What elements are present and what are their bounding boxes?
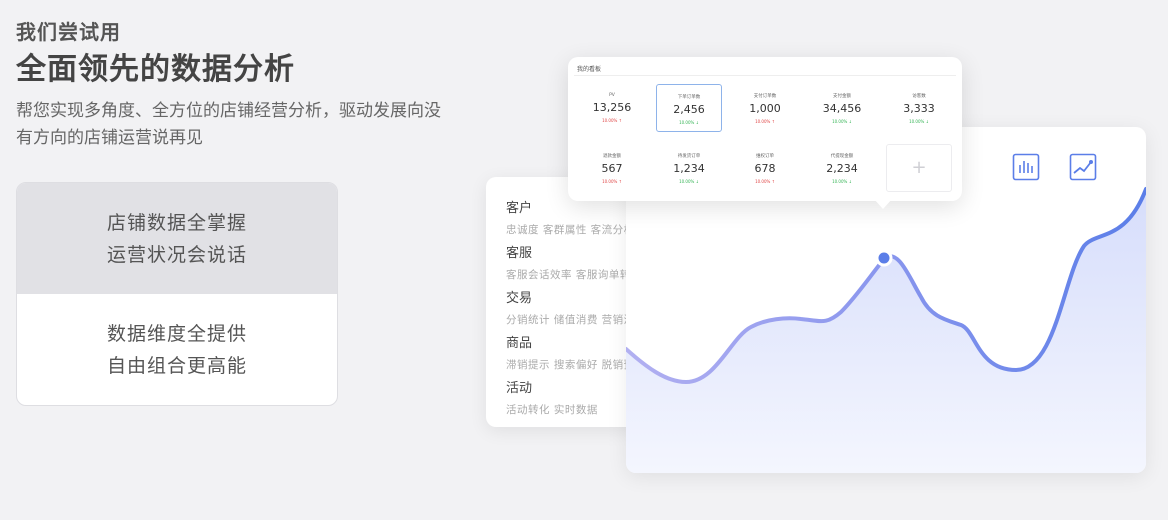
metric-value: 34,456 bbox=[822, 102, 862, 115]
metric-value: 3,333 bbox=[903, 102, 935, 115]
metric-value: 1,234 bbox=[673, 162, 705, 175]
metrics-title: 我的看板 bbox=[577, 66, 602, 73]
category-title: 活动 bbox=[506, 381, 533, 396]
metric-tile[interactable]: 访客数 3,333 10.00% ↓ bbox=[886, 84, 952, 132]
metric-change: 10.00% ↓ bbox=[832, 179, 852, 184]
category-tags: 分销统计 储值消费 营销活动 bbox=[506, 314, 646, 326]
metric-change: 10.00% ↑ bbox=[755, 179, 775, 184]
category-title: 商品 bbox=[506, 336, 533, 351]
feature-line: 运营状况会说话 bbox=[106, 243, 247, 266]
metric-value: 13,256 bbox=[592, 101, 632, 114]
metric-value: 567 bbox=[601, 162, 623, 175]
metric-change: 10.00% ↓ bbox=[679, 120, 699, 125]
category-tags: 客服会话效率 客服询单转化 bbox=[506, 269, 642, 281]
metric-label: 访客数 bbox=[912, 94, 926, 99]
hero-description: 帮您实现多角度、全方位的店铺经营分析，驱动发展向没有方向的店铺运营说再见 bbox=[16, 101, 441, 148]
metric-value: 2,456 bbox=[673, 103, 705, 116]
metric-value: 2,234 bbox=[826, 162, 858, 175]
category-trade[interactable]: 交易 分销统计 储值消费 营销活动 bbox=[506, 287, 646, 327]
metric-change: 10.00% ↓ bbox=[832, 119, 852, 124]
metric-label: 维权订单 bbox=[756, 154, 774, 159]
metric-tile[interactable]: PV 13,256 10.00% ↑ bbox=[579, 84, 645, 132]
metric-label: 代提现金额 bbox=[830, 154, 854, 159]
trend-chart-area bbox=[626, 189, 1146, 473]
metric-change: 10.00% ↑ bbox=[755, 119, 775, 124]
category-goods[interactable]: 商品 滞销提示 搜索偏好 脱销预警 bbox=[506, 332, 646, 372]
category-service[interactable]: 客服 客服会话效率 客服询单转化 bbox=[506, 242, 642, 282]
metric-change: 10.00% ↓ bbox=[679, 179, 699, 184]
trend-chart-highlight-point[interactable] bbox=[875, 249, 893, 267]
metric-tile[interactable]: 待发货订单 1,234 10.00% ↓ bbox=[656, 144, 722, 192]
metric-label: 退款金额 bbox=[603, 154, 621, 159]
metrics-divider bbox=[574, 75, 956, 76]
feature-line: 店铺数据全掌握 bbox=[106, 211, 247, 234]
metric-label: 下单订单数 bbox=[677, 95, 701, 100]
metric-label: 待发货订单 bbox=[677, 154, 701, 159]
metric-tile[interactable]: 支付金额 34,456 10.00% ↓ bbox=[809, 84, 875, 132]
metric-change: 10.00% ↑ bbox=[602, 179, 622, 184]
metric-tile[interactable]: 支付订单数 1,000 10.00% ↑ bbox=[732, 84, 798, 132]
category-tags: 忠诚度 客群属性 客流分析 bbox=[506, 224, 635, 236]
category-activity[interactable]: 活动 活动转化 实时数据 bbox=[506, 377, 598, 417]
hero-headline: 全面领先的数据分析 bbox=[16, 52, 295, 87]
feature-line: 自由组合更高能 bbox=[106, 354, 247, 377]
metric-tile[interactable]: 下单订单数 2,456 10.00% ↓ bbox=[656, 84, 722, 132]
feature-item-data-dimensions[interactable]: 数据维度全提供 自由组合更高能 bbox=[17, 294, 337, 405]
metric-label: PV bbox=[609, 93, 615, 98]
metric-label: 支付订单数 bbox=[753, 94, 777, 99]
category-title: 客服 bbox=[506, 246, 533, 261]
add-metric-button[interactable]: + bbox=[886, 144, 952, 192]
category-tags: 活动转化 实时数据 bbox=[506, 404, 598, 416]
category-title: 交易 bbox=[506, 291, 533, 306]
metric-change: 10.00% ↓ bbox=[909, 119, 929, 124]
feature-item-store-data[interactable]: 店铺数据全掌握 运营状况会说话 bbox=[17, 183, 337, 294]
hero-eyebrow: 我们尝试用 bbox=[16, 20, 121, 44]
metric-value: 1,000 bbox=[749, 102, 781, 115]
category-tags: 滞销提示 搜索偏好 脱销预警 bbox=[506, 359, 646, 371]
metric-label: 支付金额 bbox=[833, 94, 851, 99]
metric-tile[interactable]: 代提现金额 2,234 10.00% ↓ bbox=[809, 144, 875, 192]
tooltip-pointer bbox=[874, 199, 892, 209]
metric-tile[interactable]: 退款金额 567 10.00% ↑ bbox=[579, 144, 645, 192]
line-chart-icon[interactable] bbox=[1069, 153, 1097, 181]
feature-line: 数据维度全提供 bbox=[106, 322, 247, 345]
feature-card: 店铺数据全掌握 运营状况会说话 数据维度全提供 自由组合更高能 bbox=[16, 182, 338, 406]
category-customer[interactable]: 客户 忠诚度 客群属性 客流分析 bbox=[506, 197, 635, 237]
metric-change: 10.00% ↑ bbox=[602, 118, 622, 123]
metric-value: 678 bbox=[754, 162, 776, 175]
metric-tile[interactable]: 维权订单 678 10.00% ↑ bbox=[732, 144, 798, 192]
bar-chart-icon[interactable] bbox=[1012, 153, 1040, 181]
